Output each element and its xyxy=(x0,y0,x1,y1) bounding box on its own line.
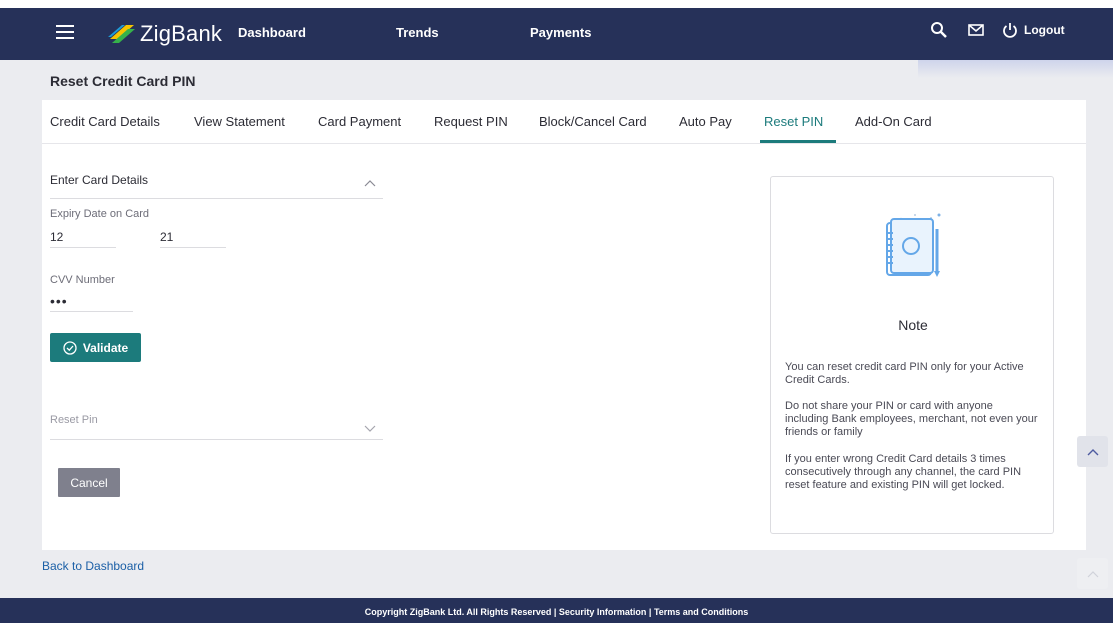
menu-icon[interactable] xyxy=(56,25,74,43)
expiry-month-input[interactable] xyxy=(50,226,116,248)
check-circle-icon xyxy=(63,340,77,355)
scroll-to-top-button[interactable] xyxy=(1077,436,1108,467)
top-strip xyxy=(0,0,1113,8)
nav-payments[interactable]: Payments xyxy=(530,25,591,40)
back-to-dashboard-link[interactable]: Back to Dashboard xyxy=(42,559,144,573)
validate-label: Validate xyxy=(82,340,129,355)
reset-pin-header-label: Reset Pin xyxy=(50,414,98,426)
note-paragraph-3: If you enter wrong Credit Card details 3… xyxy=(785,453,1022,491)
cvv-input[interactable] xyxy=(50,290,133,312)
chevron-up-icon xyxy=(1087,570,1098,577)
cancel-button[interactable]: Cancel xyxy=(58,468,120,497)
notebook-pen-icon xyxy=(886,213,941,277)
expiry-date-label: Expiry Date on Card xyxy=(50,208,150,220)
cvv-label: CVV Number xyxy=(50,274,115,286)
tab-view-statement[interactable]: View Statement xyxy=(194,114,285,129)
reset-pin-section-header[interactable]: Reset Pin xyxy=(50,414,383,440)
active-tab-indicator xyxy=(760,140,836,143)
tab-credit-card-details[interactable]: Credit Card Details xyxy=(50,114,160,129)
brand-name: ZigBank xyxy=(140,21,223,46)
mail-icon[interactable] xyxy=(968,23,984,37)
note-panel: Note You can reset credit card PIN only … xyxy=(770,176,1054,534)
note-title: Note xyxy=(898,317,928,333)
chevron-up-icon xyxy=(1087,448,1098,455)
tab-auto-pay[interactable]: Auto Pay xyxy=(679,114,732,129)
tab-add-on-card[interactable]: Add-On Card xyxy=(855,114,932,129)
note-paragraph-2: Do not share your PIN or card with anyon… xyxy=(785,400,1038,438)
footer: Copyright ZigBank Ltd. All Rights Reserv… xyxy=(0,598,1113,623)
note-paragraph-1: You can reset credit card PIN only for y… xyxy=(785,361,1024,386)
validate-button[interactable]: Validate xyxy=(50,333,141,362)
tab-request-pin[interactable]: Request PIN xyxy=(434,114,508,129)
top-navbar: ZigBank Dashboard Trends Payments Logout xyxy=(0,8,1113,60)
logout-button[interactable]: Logout xyxy=(1002,22,1065,38)
content-panel: Credit Card Details View Statement Card … xyxy=(42,100,1086,550)
card-details-header-label: Enter Card Details xyxy=(50,173,149,187)
nav-shadow xyxy=(918,60,1113,78)
page-title: Reset Credit Card PIN xyxy=(50,73,196,89)
tab-block-cancel-card[interactable]: Block/Cancel Card xyxy=(539,114,647,129)
brand-logo[interactable]: ZigBank xyxy=(108,20,222,48)
card-tabs: Credit Card Details View Statement Card … xyxy=(42,100,1086,144)
card-details-section-header[interactable]: Enter Card Details xyxy=(50,173,383,199)
tab-card-payment[interactable]: Card Payment xyxy=(318,114,401,129)
tab-reset-pin[interactable]: Reset PIN xyxy=(764,114,823,129)
expiry-year-input[interactable] xyxy=(160,226,226,248)
nav-trends[interactable]: Trends xyxy=(396,25,439,40)
zigbank-logo-icon xyxy=(108,25,135,43)
chevron-down-icon xyxy=(363,420,377,438)
scroll-up-faint-button[interactable] xyxy=(1077,558,1108,589)
power-icon xyxy=(1003,23,1017,38)
chevron-up-icon xyxy=(363,175,377,193)
logout-label: Logout xyxy=(1024,23,1065,37)
nav-dashboard[interactable]: Dashboard xyxy=(238,25,306,40)
search-icon[interactable] xyxy=(930,21,948,39)
